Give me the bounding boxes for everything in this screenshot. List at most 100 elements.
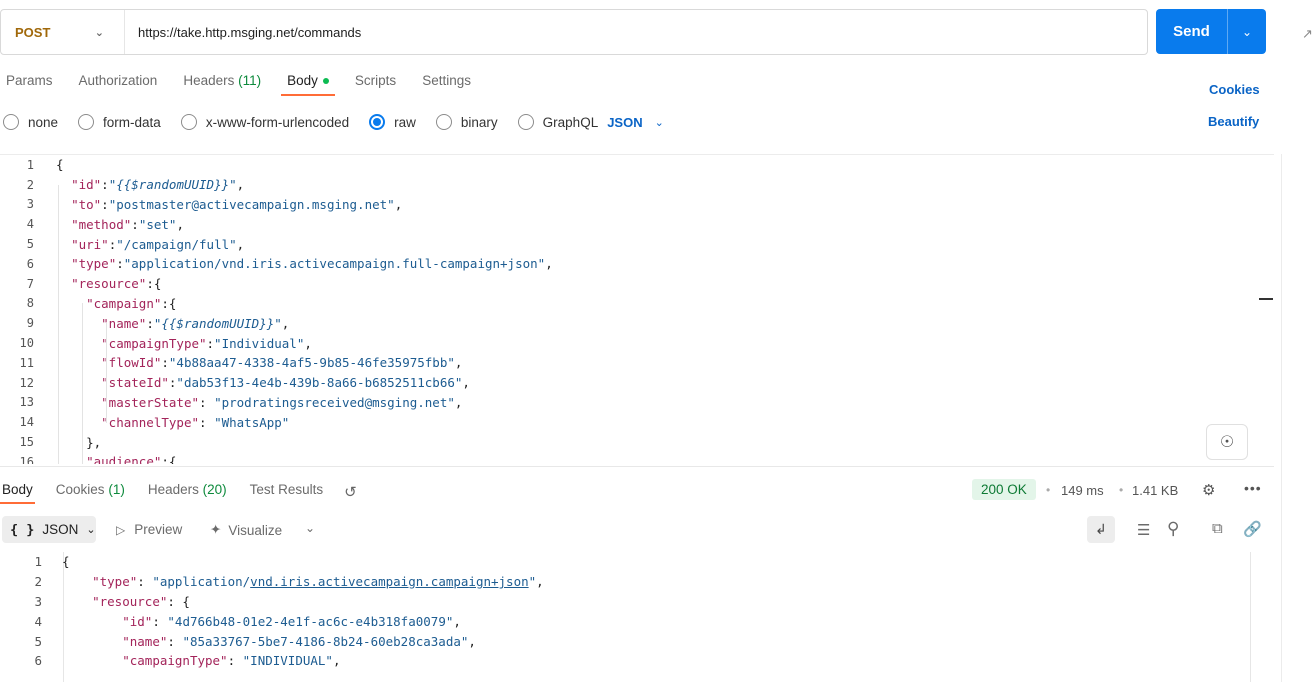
body-type-selector: none form-data x-www-form-urlencoded raw… — [0, 110, 664, 134]
body-type-urlencoded[interactable]: x-www-form-urlencoded — [178, 114, 349, 130]
code-text: "id": "4d766b48-01e2-4e1f-ac6c-e4b318fa0… — [122, 613, 461, 629]
body-type-urlencoded-label: x-www-form-urlencoded — [205, 114, 350, 130]
network-globe-icon[interactable]: ⚙ — [1202, 481, 1215, 499]
json-string: "Individual" — [214, 335, 305, 351]
cookies-count-badge: (1) — [108, 482, 125, 497]
body-type-form-data[interactable]: form-data — [75, 114, 161, 130]
line-number: 15 — [19, 435, 34, 450]
more-options-icon[interactable]: ••• — [1244, 480, 1262, 496]
body-type-binary[interactable]: binary — [433, 114, 498, 130]
send-options-dropdown[interactable]: ⌄ — [1228, 9, 1266, 54]
response-toolbar: { } JSON ⌄ ▷ Preview ✦ Visualize ⌄ ↲ ☰ ⚲ ⧉ 🔗 — [0, 516, 1274, 544]
indent-guide — [82, 303, 83, 464]
link-icon[interactable]: 🔗 — [1243, 520, 1262, 538]
tab-params[interactable]: Params — [0, 70, 59, 96]
response-tab-headers[interactable]: Headers (20) — [146, 480, 229, 504]
response-tab-cookies[interactable]: Cookies (1) — [54, 480, 127, 504]
line-number: 13 — [19, 395, 34, 410]
preview-button[interactable]: ▷ Preview — [116, 522, 182, 537]
json-key: "name" — [101, 315, 147, 331]
editor-scrollbar-thumb[interactable] — [1259, 298, 1273, 300]
code-text: { — [56, 157, 64, 173]
braces-icon: { } — [10, 521, 35, 538]
radio-icon — [180, 114, 197, 130]
tab-authorization[interactable]: Authorization — [73, 70, 164, 96]
body-type-graphql-label: GraphQL — [542, 114, 599, 130]
collapse-icon[interactable]: ↗ — [1302, 26, 1312, 42]
request-body-editor[interactable]: 1{ 2 "id":"{{$randomUUID}}", 3 "to":"pos… — [0, 154, 1274, 464]
code-text: "method":"set", — [71, 216, 184, 232]
json-key: "channelType" — [101, 414, 199, 430]
line-number: 16 — [19, 454, 34, 464]
json-string: "postmaster@activecampaign.msging.net" — [108, 196, 395, 212]
status-badge[interactable]: 200 OK — [972, 479, 1036, 500]
json-key: "to" — [71, 196, 102, 212]
copy-icon[interactable]: ⧉ — [1212, 520, 1223, 537]
line-number: 4 — [34, 613, 42, 629]
search-icon[interactable]: ⚲ — [1167, 519, 1179, 539]
raw-format-select[interactable]: JSON ⌄ — [607, 115, 664, 130]
code-text: "campaign":{ — [86, 295, 177, 311]
code-text: "campaignType": "INDIVIDUAL", — [122, 653, 341, 669]
response-body-viewer[interactable]: 1{ 2 "type": "application/vnd.iris.activ… — [0, 552, 1250, 682]
line-number: 2 — [34, 574, 42, 590]
line-number: 3 — [34, 593, 42, 609]
filter-icon[interactable]: ☰ — [1137, 521, 1150, 539]
line-number: 1 — [26, 157, 34, 172]
code-text: "uri":"/campaign/full", — [71, 236, 245, 252]
line-number: 8 — [26, 296, 34, 311]
wrap-lines-icon[interactable]: ↲ — [1087, 516, 1115, 543]
separator-dot: • — [1046, 483, 1051, 497]
code-line: 8 "campaign":{ — [0, 294, 1274, 314]
tab-headers[interactable]: Headers (11) — [177, 70, 267, 96]
code-line: 1{ — [0, 155, 1274, 175]
tab-scripts[interactable]: Scripts — [349, 70, 402, 96]
code-line: 16 "audience":{ — [0, 452, 1274, 464]
body-type-binary-label: binary — [460, 114, 498, 130]
play-icon: ▷ — [116, 522, 126, 537]
chevron-down-icon[interactable]: ⌄ — [305, 521, 315, 535]
preview-label: Preview — [134, 522, 183, 537]
response-size[interactable]: 1.41 KB — [1132, 483, 1178, 498]
send-button[interactable]: Send — [1156, 9, 1228, 54]
body-type-graphql[interactable]: GraphQL — [515, 114, 599, 130]
json-string-link[interactable]: vnd.iris.activecampaign.campaign+json — [250, 574, 528, 589]
ai-assist-icon[interactable]: ☉ — [1206, 424, 1248, 460]
url-input[interactable]: https://take.http.msging.net/commands — [125, 25, 1147, 40]
chevron-down-icon: ⌄ — [86, 524, 96, 536]
response-time[interactable]: 149 ms — [1061, 483, 1104, 498]
response-scroll-track — [1250, 552, 1251, 682]
cookies-link[interactable]: Cookies — [1209, 82, 1260, 97]
line-number: 4 — [26, 217, 34, 232]
json-string: "application/vnd.iris.activecampaign.ful… — [123, 256, 546, 272]
body-type-raw[interactable]: raw — [366, 114, 416, 130]
code-line: 2 "id":"{{$randomUUID}}", — [0, 175, 1274, 195]
line-number: 5 — [26, 237, 34, 252]
json-key: "method" — [71, 216, 132, 232]
line-number: 12 — [19, 375, 34, 390]
code-line: 15 }, — [0, 432, 1274, 452]
json-key: "campaignType" — [122, 653, 228, 669]
visualize-button[interactable]: ✦ Visualize — [210, 522, 282, 538]
code-text: "name":"{{$randomUUID}}", — [101, 315, 290, 331]
method-select[interactable]: POST ⌄ — [1, 10, 125, 54]
body-type-form-data-label: form-data — [103, 114, 161, 130]
code-text: "type": "application/vnd.iris.activecamp… — [92, 574, 544, 590]
send-button-group: Send ⌄ — [1156, 9, 1266, 54]
separator-dot: • — [1119, 483, 1124, 497]
indent-guide — [106, 323, 107, 423]
history-icon[interactable]: ↺ — [344, 483, 357, 501]
body-type-none[interactable]: none — [0, 114, 58, 130]
line-number: 3 — [26, 197, 34, 212]
response-format-select[interactable]: { } JSON ⌄ — [2, 516, 96, 543]
code-text: "resource":{ — [71, 276, 162, 292]
response-divider[interactable] — [0, 466, 1274, 467]
code-text: { — [62, 554, 70, 570]
json-key: "masterState" — [101, 394, 199, 410]
beautify-link[interactable]: Beautify — [1208, 114, 1259, 129]
tab-body[interactable]: Body — [281, 70, 335, 96]
response-tab-body[interactable]: Body — [0, 480, 35, 504]
response-tab-test-results[interactable]: Test Results — [248, 480, 326, 504]
json-key: "id" — [122, 613, 153, 629]
tab-settings[interactable]: Settings — [416, 70, 477, 96]
